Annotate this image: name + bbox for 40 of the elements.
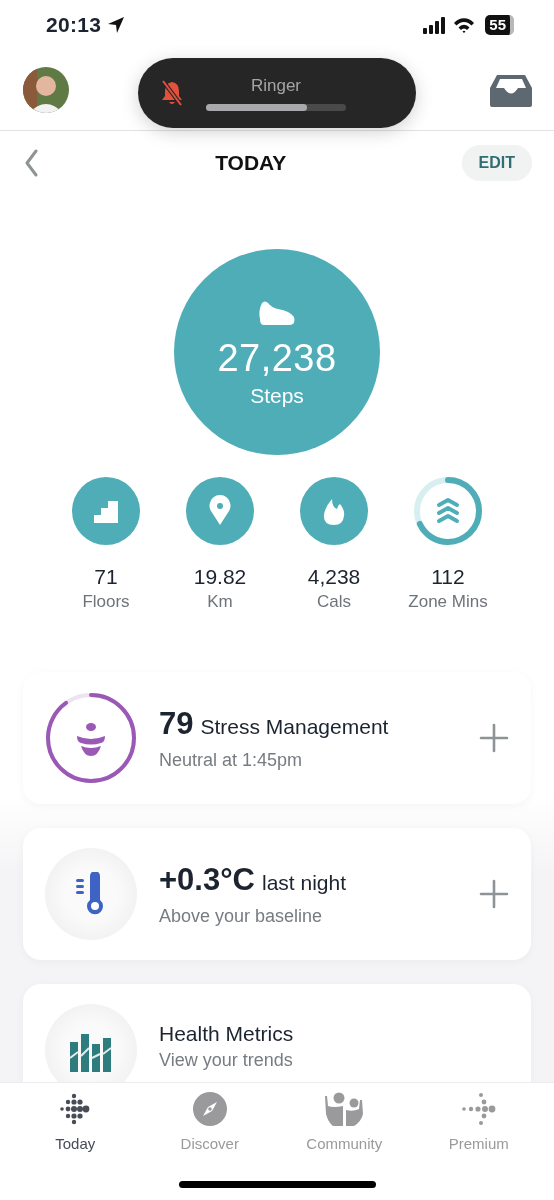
back-chevron-icon[interactable] (24, 149, 40, 177)
page-title: TODAY (215, 151, 287, 175)
clock-time: 20:13 (46, 13, 102, 37)
edit-button[interactable]: EDIT (461, 145, 532, 181)
stat-label: Cals (317, 592, 351, 612)
compass-icon (192, 1092, 227, 1128)
dots-arrow-icon (460, 1092, 497, 1128)
zone-progress-ring (414, 477, 482, 545)
add-icon[interactable] (479, 723, 509, 753)
stat-value: 19.82 (193, 565, 247, 589)
muted-bell-icon (160, 79, 184, 107)
avatar (23, 67, 69, 113)
tab-item[interactable]: Today (8, 1091, 143, 1152)
stat-value: 71 (94, 565, 118, 589)
steps-label: Steps (250, 384, 304, 408)
metric-title: Stress Management (200, 714, 389, 739)
location-arrow-icon (107, 16, 126, 34)
signal-icon (423, 16, 446, 34)
metric-title: last night (262, 870, 347, 895)
inbox-icon (490, 73, 532, 107)
metric-subtitle: Above your baseline (159, 905, 324, 927)
metric-value: +0.3°C (159, 861, 255, 898)
add-icon[interactable] (479, 879, 509, 909)
metric-subtitle: Neutral at 1:45pm (159, 749, 304, 771)
stat-value: 4,238 (307, 565, 361, 589)
battery-indicator: 55 (485, 15, 514, 35)
metric-card[interactable]: +0.3°C last night Above your baseline (23, 828, 531, 960)
metric-subtitle: View your trends (159, 1049, 294, 1071)
people-icon (323, 1092, 366, 1128)
wifi-icon (453, 16, 476, 34)
stat-label: Km (207, 592, 233, 612)
metric-value: 79 (159, 705, 194, 742)
metric-card[interactable]: Health Metrics View your trends (23, 984, 531, 1082)
step-count: 27,238 (217, 337, 337, 380)
ringer-label: Ringer (250, 75, 302, 96)
stat-label: Zone Mins (408, 592, 488, 612)
metric-card[interactable]: 79 Stress Management Neutral at 1:45pm (23, 672, 531, 804)
metric-title: Health Metrics (159, 1021, 294, 1046)
stat-value: 112 (431, 565, 465, 589)
stat-label: Floors (82, 592, 130, 612)
